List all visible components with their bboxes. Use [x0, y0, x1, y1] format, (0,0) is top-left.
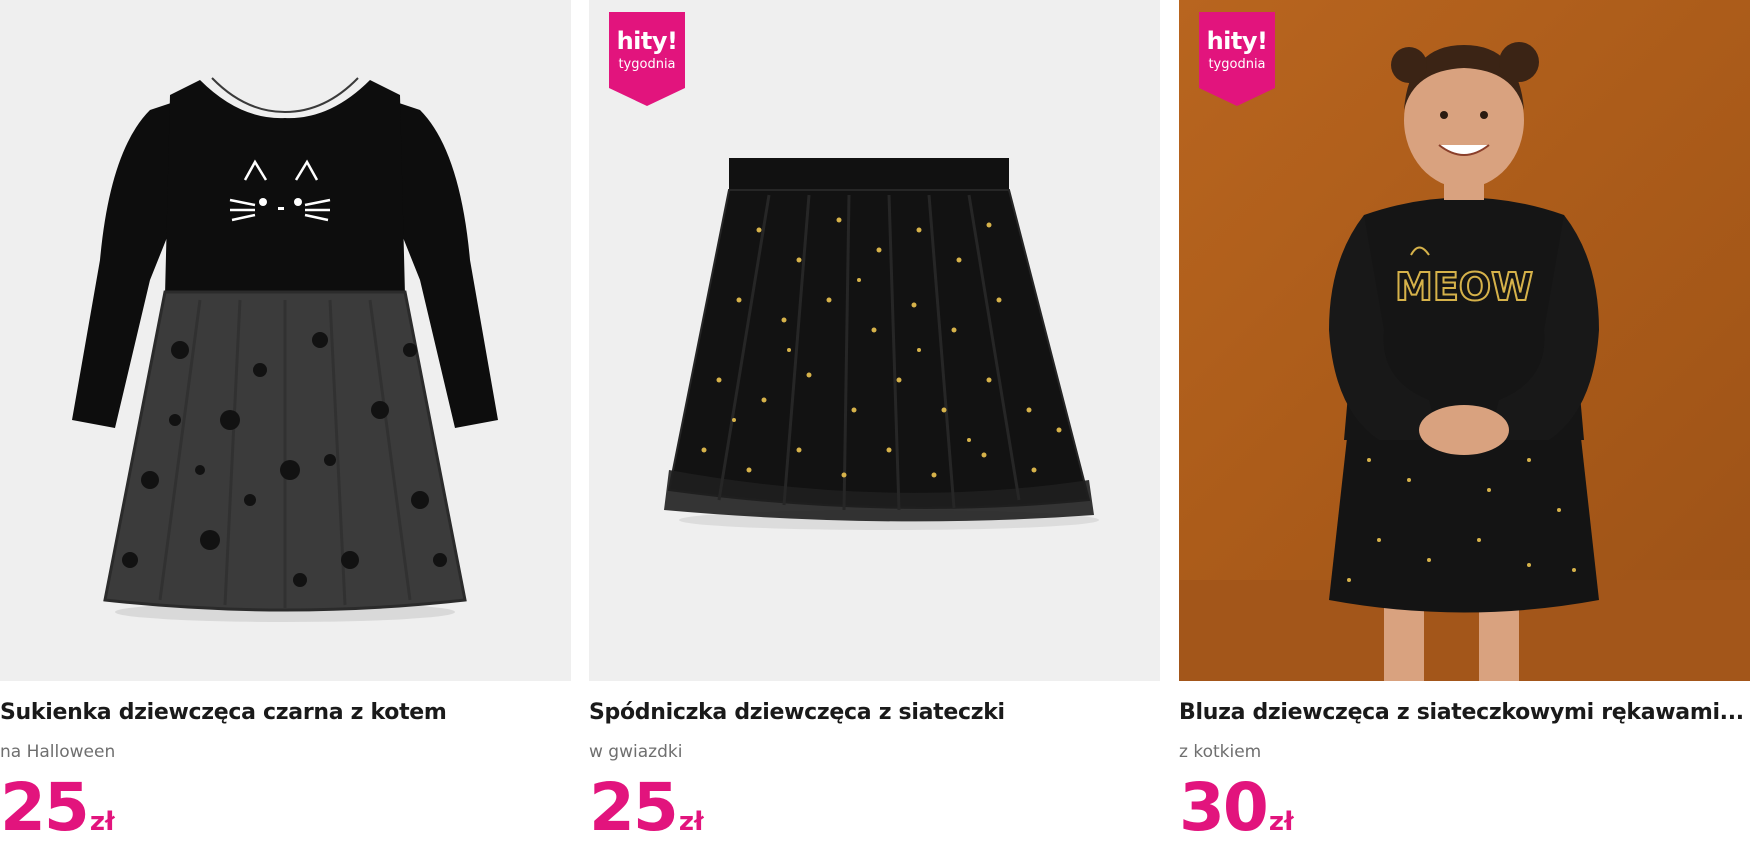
- hity-tygodnia-badge: hity! tygodnia: [1199, 12, 1275, 106]
- product-image[interactable]: [0, 0, 571, 681]
- product-card[interactable]: MEOW hity! tygodnia Bluza dziewczęca z s…: [1179, 0, 1750, 844]
- badge-sub-text: tygodnia: [618, 57, 676, 72]
- meow-print: MEOW: [1395, 265, 1533, 309]
- product-title[interactable]: Bluza dziewczęca z siateczkowymi rękawam…: [1179, 700, 1750, 725]
- product-price: 25zł: [589, 772, 704, 844]
- hity-tygodnia-badge: hity! tygodnia: [609, 12, 685, 106]
- price-amount: 25: [589, 769, 679, 846]
- price-amount: 25: [0, 769, 90, 846]
- product-subtitle: z kotkiem: [1179, 742, 1262, 762]
- product-image[interactable]: hity! tygodnia: [589, 0, 1160, 681]
- product-title[interactable]: Spódniczka dziewczęca z siateczki: [589, 700, 1160, 725]
- product-subtitle: w gwiazdki: [589, 742, 683, 762]
- badge-main-text: hity!: [1206, 27, 1268, 55]
- product-title[interactable]: Sukienka dziewczęca czarna z kotem: [0, 700, 571, 725]
- price-currency: zł: [678, 807, 704, 837]
- product-image[interactable]: MEOW hity! tygodnia: [1179, 0, 1750, 681]
- product-card[interactable]: Sukienka dziewczęca czarna z kotem na Ha…: [0, 0, 571, 844]
- product-grid: Sukienka dziewczęca czarna z kotem na Ha…: [0, 0, 1750, 844]
- product-subtitle: na Halloween: [0, 742, 116, 762]
- product-price: 25zł: [0, 772, 115, 844]
- badge-sub-text: tygodnia: [1208, 57, 1266, 72]
- dress-with-cat-face-icon: [72, 77, 498, 622]
- price-currency: zł: [1268, 807, 1294, 837]
- price-currency: zł: [89, 807, 115, 837]
- product-card[interactable]: hity! tygodnia Spódniczka dziewczęca z s…: [589, 0, 1160, 844]
- badge-main-text: hity!: [616, 27, 678, 55]
- price-amount: 30: [1179, 769, 1269, 846]
- product-price: 30zł: [1179, 772, 1294, 844]
